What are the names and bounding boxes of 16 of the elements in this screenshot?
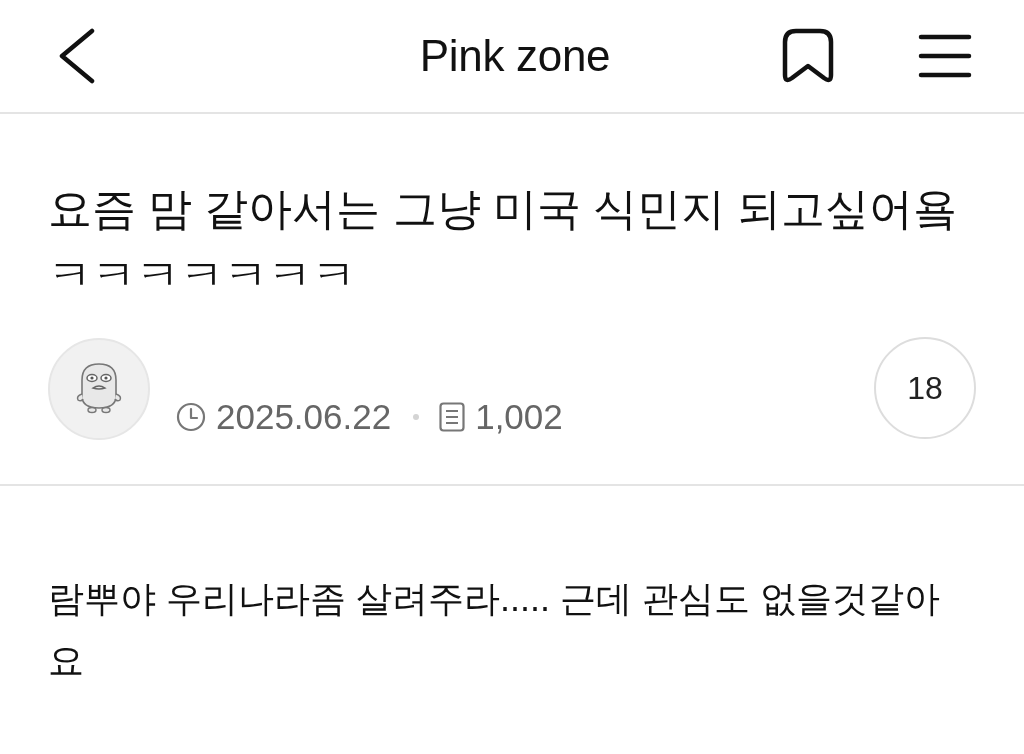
document-icon [439, 402, 466, 432]
clock-icon [176, 402, 206, 432]
back-button[interactable] [58, 28, 96, 84]
bookmark-icon [782, 28, 834, 84]
menu-button[interactable] [918, 33, 972, 79]
post-body: 람뿌야 우리나라좀 살려주라..... 근데 관심도 없을것같아요 [48, 577, 942, 683]
dot-separator-icon [413, 414, 420, 420]
post-title: 요즘 맘 같아서는 그냥 미국 식민지 되고싶어욬ㅋㅋㅋㅋㅋㅋㅋ [48, 183, 959, 301]
post-date: 2025.06.22 [216, 397, 392, 437]
cartoon-avatar-icon [48, 338, 150, 440]
board-title: Pink zone [419, 31, 611, 81]
comment-count-button[interactable]: 18 [874, 337, 976, 439]
menu-icon [918, 33, 972, 79]
back-icon [58, 28, 96, 84]
view-count: 1,002 [475, 397, 563, 437]
bookmark-button[interactable] [782, 28, 834, 84]
